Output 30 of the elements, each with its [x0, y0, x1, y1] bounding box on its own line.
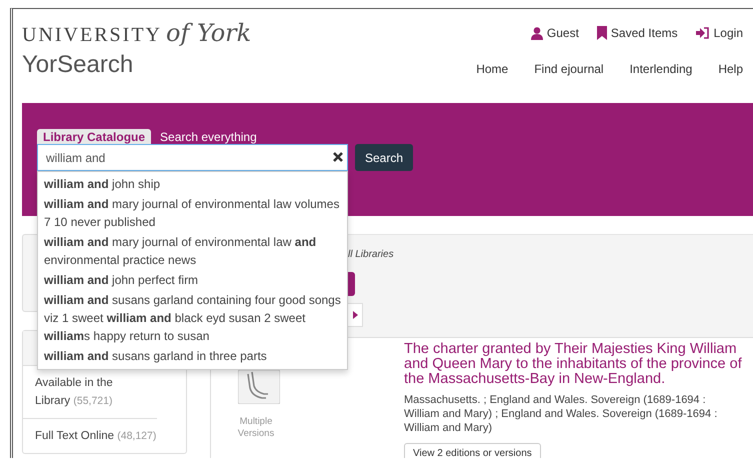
search-tab[interactable]: Library Catalogue [37, 129, 152, 144]
user-link[interactable]: Saved Items [596, 26, 678, 40]
next-button[interactable] [348, 303, 363, 327]
facet-link[interactable]: Available in the Library (55,721) [23, 366, 157, 419]
user-link[interactable]: Guest [530, 26, 579, 40]
facet-link[interactable]: Full Text Online (48,127) [23, 419, 186, 453]
action-button[interactable] [348, 272, 355, 296]
caret-icon [352, 311, 358, 319]
clear-icon[interactable] [333, 152, 343, 162]
format-label: Multiple Versions [236, 416, 276, 440]
suggestion-item[interactable]: william and susans garland in three parts [38, 346, 347, 366]
versions-button[interactable]: View 2 editions or versions [404, 443, 541, 458]
user-link[interactable]: Login [696, 26, 743, 40]
scope-label: ll Libraries [348, 249, 394, 260]
nav-link[interactable]: Home [476, 62, 508, 76]
user-icon [530, 26, 543, 40]
suggestion-item[interactable]: william and john ship [38, 174, 347, 194]
login-icon [696, 27, 710, 39]
search-tab[interactable]: Search everything [154, 129, 263, 144]
search-field[interactable]: william and [37, 144, 348, 171]
search-button[interactable]: Search [355, 144, 414, 171]
nav-link[interactable]: Find ejournal [534, 62, 604, 76]
app-title: YorSearch [22, 51, 134, 79]
bookmark-icon [596, 26, 607, 40]
result-authors: Massachusetts. ; England and Wales. Sovereign (1689-1694 : William and Mary) ; England and Wales. Sovereign (1689-1694 : William and Mary) [404, 393, 718, 435]
suggestion-item[interactable]: william and john perfect firm [38, 270, 347, 290]
university-logo[interactable]: UNIVERSITY of York [22, 19, 252, 47]
nav-link[interactable]: Interlending [630, 62, 692, 76]
result-title[interactable]: The charter granted by Their Majesties King William and Queen Mary to the inhabitants of the province of the Massachusetts-Bay in New-England. [404, 342, 753, 387]
nav-link[interactable]: Help [718, 62, 743, 76]
